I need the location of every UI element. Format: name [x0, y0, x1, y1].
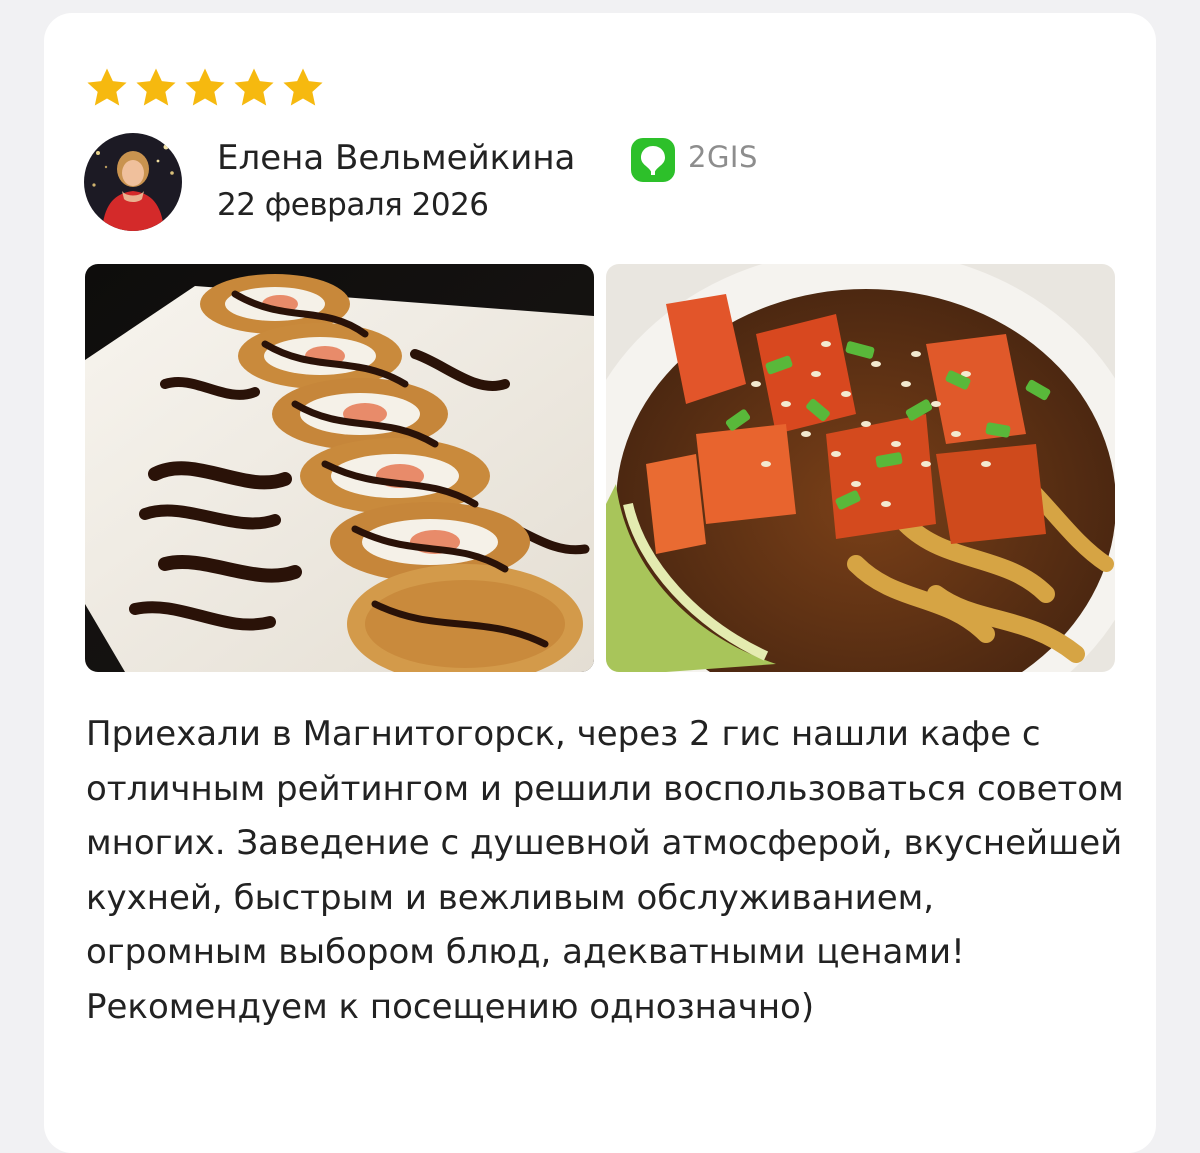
review-text: Приехали в Магнитогорск, через 2 гис наш… [86, 714, 1124, 1027]
sushi-rolls-photo[interactable] [85, 264, 594, 672]
2gis-logo-icon [630, 137, 676, 183]
star-icon [84, 65, 130, 111]
author-avatar[interactable] [84, 133, 182, 231]
review-card: Елена Вельмейкина 2GIS 22 февраля 2026 П… [44, 13, 1156, 1153]
star-icon [182, 65, 228, 111]
review-date: 22 февраля 2026 [217, 187, 489, 223]
author-name[interactable]: Елена Вельмейкина [217, 137, 575, 179]
source-name: 2GIS [688, 140, 758, 174]
star-icon [133, 65, 179, 111]
star-icon [231, 65, 277, 111]
star-icon [280, 65, 326, 111]
udon-noodles-photo[interactable] [606, 264, 1115, 672]
rating-stars [84, 65, 326, 111]
